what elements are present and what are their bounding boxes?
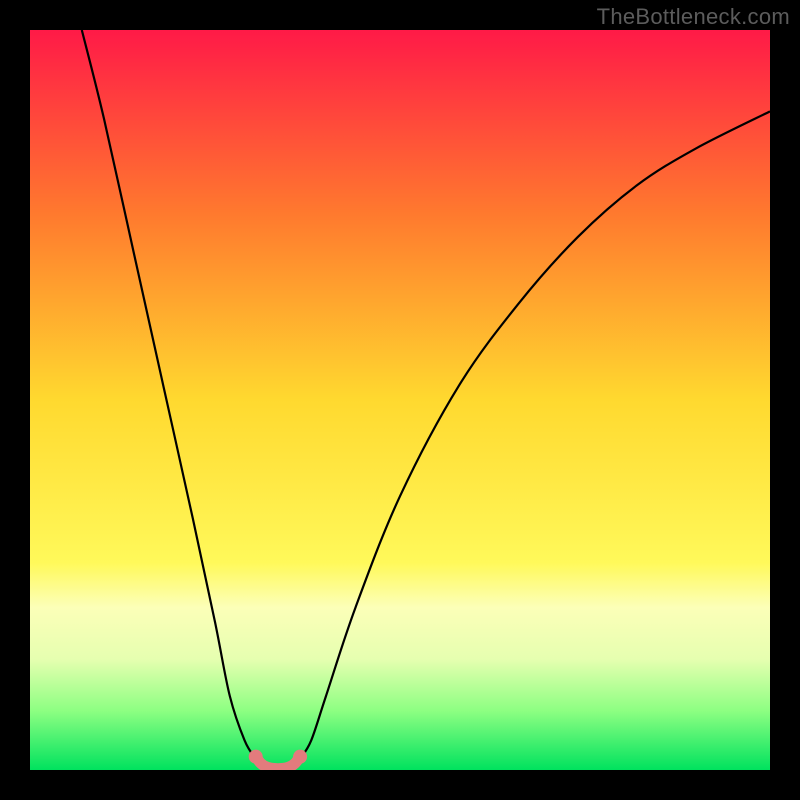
valley-endpoint-dot xyxy=(249,750,263,764)
chart-plot xyxy=(30,30,770,770)
watermark-text: TheBottleneck.com xyxy=(597,4,790,30)
valley-endpoint-dot xyxy=(293,750,307,764)
chart-frame: TheBottleneck.com xyxy=(0,0,800,800)
chart-background xyxy=(30,30,770,770)
